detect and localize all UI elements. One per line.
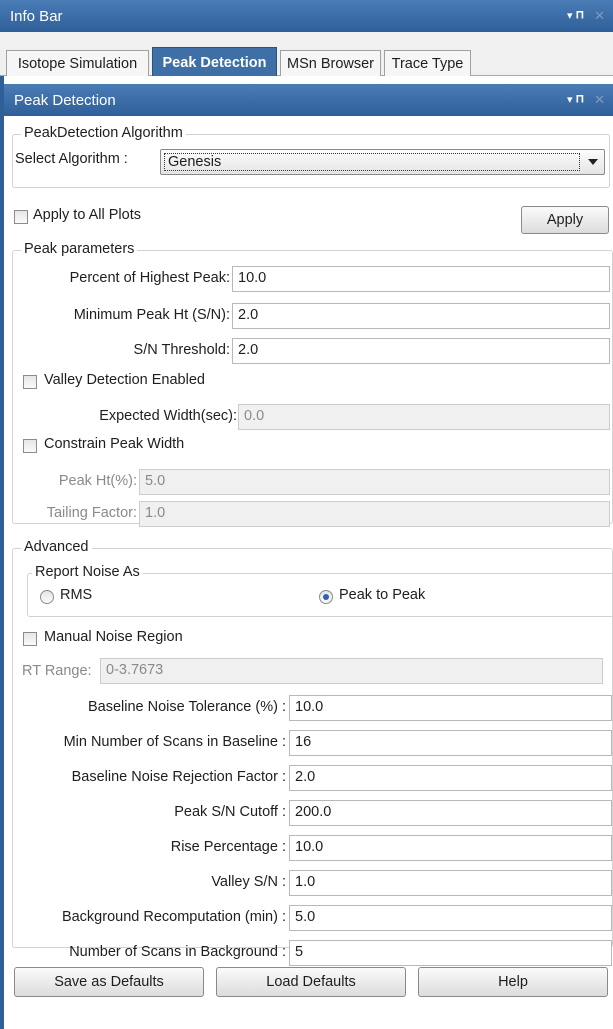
algorithm-group: PeakDetection Algorithm Select Algorithm… — [12, 125, 610, 188]
tab-msn-browser[interactable]: MSn Browser — [280, 50, 381, 76]
valley-sn-input[interactable]: 1.0 — [289, 870, 612, 896]
min-scans-baseline-input[interactable]: 16 — [289, 730, 612, 756]
scans-in-background-label: Number of Scans in Background : — [69, 944, 286, 960]
baseline-noise-tolerance-input[interactable]: 10.0 — [289, 695, 612, 721]
info-bar-titlebar: Info Bar ▾ 𝚷 ✕ — [0, 0, 613, 32]
constrain-peak-width-label: Constrain Peak Width — [44, 436, 185, 452]
advanced-group-title: Advanced — [21, 539, 92, 555]
select-algorithm-label: Select Algorithm : — [15, 151, 128, 167]
tab-strip: Isotope Simulation Peak Detection MSn Br… — [0, 32, 613, 77]
algorithm-select[interactable]: Genesis — [160, 149, 605, 175]
tailing-factor-input: 1.0 — [139, 501, 610, 527]
baseline-noise-rejection-label: Baseline Noise Rejection Factor : — [71, 769, 286, 785]
percent-highest-peak-input[interactable]: 10.0 — [232, 266, 610, 292]
scans-in-background-input[interactable]: 5 — [289, 940, 612, 966]
manual-noise-checkbox[interactable] — [23, 632, 37, 646]
help-button[interactable]: Help — [418, 967, 608, 997]
expected-width-input: 0.0 — [238, 404, 610, 430]
baseline-noise-tolerance-label: Baseline Noise Tolerance (%) : — [88, 699, 286, 715]
valley-sn-label: Valley S/N : — [211, 874, 286, 890]
save-defaults-button[interactable]: Save as Defaults — [14, 967, 204, 997]
apply-button[interactable]: Apply — [521, 206, 609, 234]
algorithm-selected-value: Genesis — [164, 153, 580, 171]
peak-sn-cutoff-input[interactable]: 200.0 — [289, 800, 612, 826]
min-scans-baseline-label: Min Number of Scans in Baseline : — [63, 734, 286, 750]
info-bar-title: Info Bar — [10, 7, 63, 25]
peak-detection-frame: Peak Detection ▾ 𝚷 ✕ PeakDetection Algor… — [0, 76, 613, 1029]
expected-width-label: Expected Width(sec): — [99, 408, 237, 424]
apply-all-label: Apply to All Plots — [33, 207, 141, 223]
sn-threshold-input[interactable]: 2.0 — [232, 338, 610, 364]
rt-range-input: 0-3.7673 — [100, 658, 603, 684]
report-noise-group: Report Noise As RMS Peak to Peak — [27, 564, 613, 617]
rms-radio[interactable] — [40, 590, 54, 604]
tab-peak-detection[interactable]: Peak Detection — [152, 47, 277, 77]
valley-detection-checkbox[interactable] — [23, 375, 37, 389]
min-peak-ht-input[interactable]: 2.0 — [232, 303, 610, 329]
peak-detection-titlebar: Peak Detection ▾ 𝚷 ✕ — [4, 84, 613, 116]
background-recomputation-input[interactable]: 5.0 — [289, 905, 612, 931]
percent-highest-peak-label: Percent of Highest Peak: — [69, 270, 230, 286]
peak-detection-title: Peak Detection — [14, 91, 116, 109]
peak-ht-pct-input: 5.0 — [139, 469, 610, 495]
rise-percentage-input[interactable]: 10.0 — [289, 835, 612, 861]
rise-percentage-label: Rise Percentage : — [170, 839, 286, 855]
baseline-noise-rejection-input[interactable]: 2.0 — [289, 765, 612, 791]
close-icon[interactable]: ✕ — [594, 8, 605, 24]
background-recomputation-label: Background Recomputation (min) : — [61, 909, 286, 925]
advanced-group: Advanced Report Noise As RMS Peak to Pea… — [12, 539, 613, 966]
apply-all-checkbox[interactable] — [14, 210, 28, 224]
constrain-peak-width-checkbox[interactable] — [23, 439, 37, 453]
report-noise-title: Report Noise As — [32, 564, 143, 580]
chevron-down-icon — [588, 159, 598, 165]
peak-sn-cutoff-label: Peak S/N Cutoff : — [174, 804, 286, 820]
min-peak-ht-label: Minimum Peak Ht (S/N): — [73, 307, 230, 323]
peak-parameters-title: Peak parameters — [21, 241, 138, 257]
sn-threshold-label: S/N Threshold: — [133, 342, 230, 358]
rt-range-label: RT Range: — [22, 663, 92, 679]
peak-parameters-group: Peak parameters Percent of Highest Peak:… — [12, 241, 613, 527]
tab-trace-type[interactable]: Trace Type — [384, 50, 471, 76]
peak-ht-pct-label: Peak Ht(%): — [58, 473, 137, 489]
peak-to-peak-label: Peak to Peak — [339, 587, 426, 603]
panel-close-icon[interactable]: ✕ — [594, 92, 605, 108]
tailing-factor-label: Tailing Factor: — [46, 505, 137, 521]
pin-icon[interactable]: ▾ 𝚷 — [567, 9, 584, 23]
load-defaults-button[interactable]: Load Defaults — [216, 967, 406, 997]
peak-to-peak-radio[interactable] — [319, 590, 333, 604]
manual-noise-label: Manual Noise Region — [44, 629, 183, 645]
tab-isotope-simulation[interactable]: Isotope Simulation — [6, 50, 149, 76]
rms-label: RMS — [60, 587, 93, 603]
panel-pin-icon[interactable]: ▾ 𝚷 — [567, 93, 584, 107]
valley-detection-label: Valley Detection Enabled — [44, 372, 205, 388]
algorithm-group-title: PeakDetection Algorithm — [21, 125, 186, 141]
